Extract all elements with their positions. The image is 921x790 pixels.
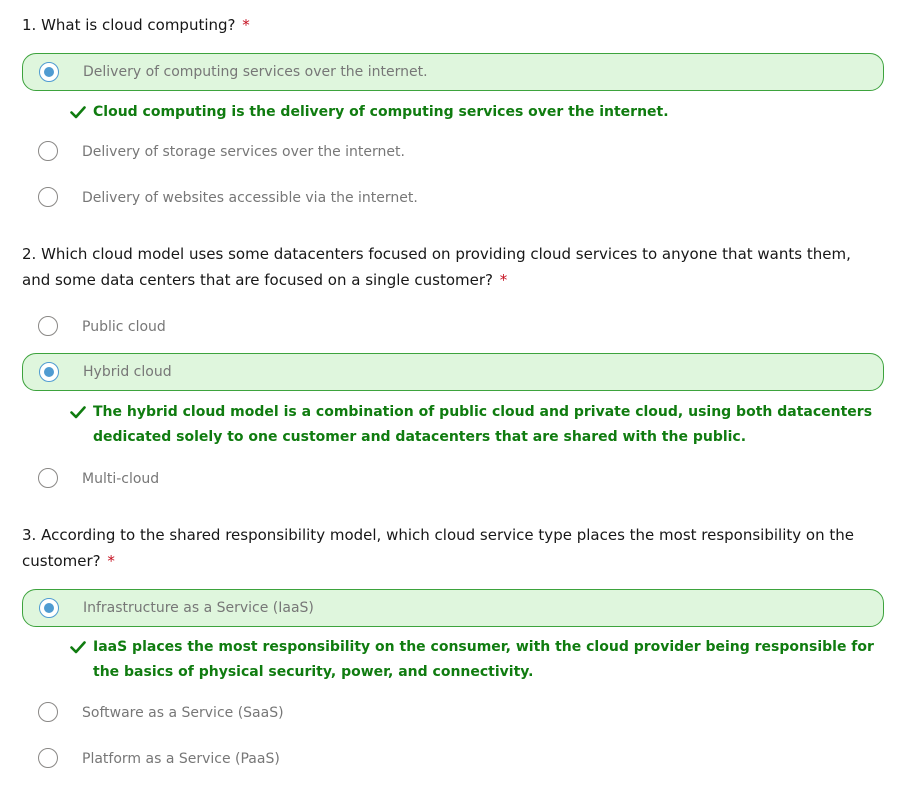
option-label: Multi-cloud [82, 471, 160, 487]
option-label: Delivery of computing services over the … [83, 64, 428, 80]
option-label: Public cloud [82, 319, 166, 335]
radio-button[interactable] [38, 748, 58, 768]
radio-button[interactable] [38, 187, 58, 207]
checkmark-icon [70, 641, 86, 654]
question-1-option-3[interactable]: Delivery of websites accessible via the … [22, 179, 884, 217]
question-2-title: 2. Which cloud model uses some datacente… [22, 241, 882, 293]
required-marker: * [242, 16, 250, 34]
checkmark-icon [70, 106, 86, 119]
question-2-option-2[interactable]: Hybrid cloud [22, 353, 884, 391]
radio-button-selected[interactable] [39, 62, 59, 82]
question-2-text: 2. Which cloud model uses some datacente… [22, 245, 851, 289]
question-3-title: 3. According to the shared responsibilit… [22, 522, 882, 574]
option-label: Platform as a Service (PaaS) [82, 751, 280, 767]
question-1-feedback: Cloud computing is the delivery of compu… [70, 100, 885, 125]
radio-button-selected[interactable] [39, 598, 59, 618]
question-3-feedback: IaaS places the most responsibility on t… [70, 635, 885, 685]
feedback-text: Cloud computing is the delivery of compu… [93, 104, 669, 120]
checkmark-icon [70, 406, 86, 419]
required-marker: * [499, 271, 508, 289]
question-1-option-2[interactable]: Delivery of storage services over the in… [22, 133, 884, 171]
radio-button[interactable] [38, 316, 58, 336]
question-3-option-1[interactable]: Infrastructure as a Service (IaaS) [22, 589, 884, 627]
feedback-text: IaaS places the most responsibility on t… [93, 639, 874, 680]
question-1-text: 1. What is cloud computing? [22, 16, 236, 34]
radio-button[interactable] [38, 702, 58, 722]
question-3-option-3[interactable]: Platform as a Service (PaaS) [22, 740, 884, 778]
radio-button[interactable] [38, 468, 58, 488]
question-1-option-1[interactable]: Delivery of computing services over the … [22, 53, 884, 91]
feedback-text: The hybrid cloud model is a combination … [93, 404, 873, 445]
option-label: Hybrid cloud [83, 364, 172, 380]
required-marker: * [107, 552, 115, 570]
option-label: Infrastructure as a Service (IaaS) [83, 600, 314, 616]
question-2-option-1[interactable]: Public cloud [22, 308, 884, 346]
option-label: Delivery of websites accessible via the … [82, 190, 418, 206]
question-3-option-2[interactable]: Software as a Service (SaaS) [22, 694, 884, 732]
question-2-option-3[interactable]: Multi-cloud [22, 460, 884, 498]
radio-button[interactable] [38, 141, 58, 161]
question-2-feedback: The hybrid cloud model is a combination … [70, 400, 885, 450]
question-3-text: 3. According to the shared responsibilit… [22, 526, 854, 570]
question-1-title: 1. What is cloud computing? * [22, 12, 882, 38]
radio-button-selected[interactable] [39, 362, 59, 382]
option-label: Delivery of storage services over the in… [82, 144, 405, 160]
option-label: Software as a Service (SaaS) [82, 705, 284, 721]
